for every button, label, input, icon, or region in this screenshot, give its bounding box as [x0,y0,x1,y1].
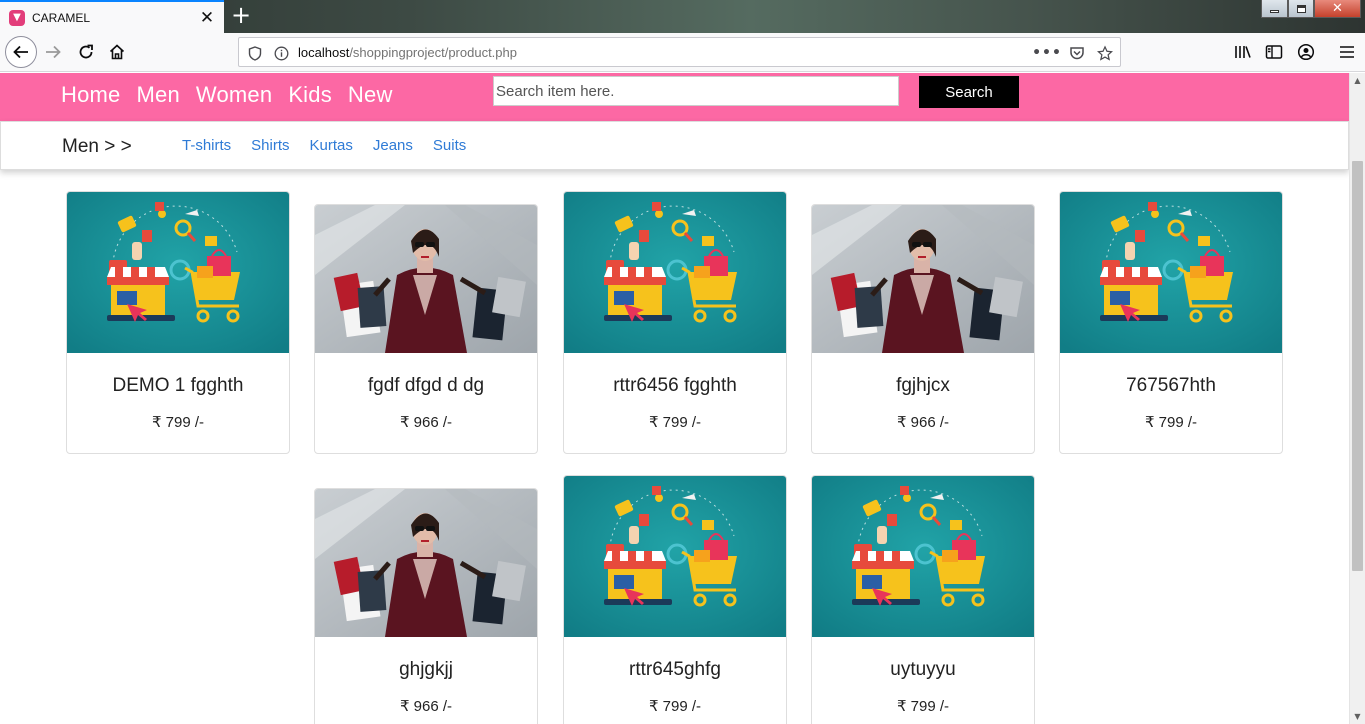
subcategory-shirts[interactable]: Shirts [251,137,289,154]
close-window-button[interactable]: ✕ [1314,0,1361,18]
category-breadcrumb: Men > > [62,136,132,157]
product-price: ₹ 966 /- [896,414,950,431]
main-nav: Home Men Women Kids New [61,82,393,108]
reload-button[interactable] [71,37,101,67]
info-icon[interactable] [273,45,289,61]
hamburger-menu-icon [1340,46,1354,58]
url-path: /shoppingproject/product.php [349,45,517,60]
shield-icon[interactable] [247,45,263,61]
product-card[interactable]: fgdf dfgd d dg ₹ 966 /- [314,204,538,454]
browser-tab[interactable]: ▼ CARAMEL ✕ [0,0,224,33]
product-price: ₹ 966 /- [399,698,453,715]
home-button[interactable] [102,37,132,67]
subcategory-jeans[interactable]: Jeans [373,137,413,154]
product-name[interactable]: ghjgkjj [315,659,537,681]
bookmark-star-icon[interactable] [1097,44,1113,61]
product-name[interactable]: rttr645ghfg [564,659,786,681]
shopping-illustration-image[interactable] [812,476,1034,637]
scrollbar-thumb[interactable] [1352,161,1363,571]
account-icon [1297,43,1315,61]
page-scrollbar[interactable]: ▲ ▼ [1349,73,1365,724]
product-card[interactable]: rttr6456 fgghth ₹ 799 /- [563,191,787,454]
shopping-illustration-image[interactable] [564,192,786,353]
nav-kids[interactable]: Kids [288,82,332,108]
home-icon [109,44,125,60]
shopping-illustration-image[interactable] [564,476,786,637]
shopping-woman-photo[interactable] [315,205,537,353]
product-name[interactable]: 767567hth [1060,375,1282,397]
product-card[interactable]: 767567hth ₹ 799 /- [1059,191,1283,454]
search-button[interactable]: Search [919,76,1019,108]
close-tab-icon[interactable]: ✕ [196,7,218,29]
subcategory-links: T-shirts Shirts Kurtas Jeans Suits [182,137,466,154]
forward-arrow-icon [46,45,61,59]
product-price: ₹ 799 /- [1144,414,1198,431]
web-page: Home Men Women Kids New Search Men > > T… [0,73,1349,724]
library-button[interactable] [1228,37,1258,67]
address-bar[interactable]: localhost/shoppingproject/product.php ••… [238,37,1121,67]
reload-icon [79,44,93,59]
product-name[interactable]: fgdf dfgd d dg [315,375,537,397]
pocket-icon[interactable] [1069,45,1085,61]
sidebar-icon [1265,45,1283,59]
url-host: localhost [298,45,350,60]
product-price: ₹ 799 /- [896,698,950,715]
caramel-favicon-icon: ▼ [9,9,25,26]
scroll-up-arrow-icon[interactable]: ▲ [1353,76,1362,85]
product-price: ₹ 966 /- [399,414,453,431]
search-input[interactable] [493,76,899,106]
shopping-woman-photo[interactable] [812,205,1034,353]
scroll-down-arrow-icon[interactable]: ▼ [1353,712,1362,721]
subcategory-suits[interactable]: Suits [433,137,466,154]
product-price: ₹ 799 /- [648,698,702,715]
account-button[interactable] [1291,37,1321,67]
product-name[interactable]: uytuyyu [812,659,1034,681]
category-subnav: Men > > T-shirts Shirts Kurtas Jeans Sui… [0,121,1349,170]
menu-button[interactable] [1332,37,1362,67]
shopping-woman-photo[interactable] [315,489,537,637]
subcategory-kurtas[interactable]: Kurtas [310,137,353,154]
back-arrow-icon [13,45,28,59]
nav-women[interactable]: Women [196,82,272,108]
minimize-window-button[interactable] [1261,0,1288,18]
url-text: localhost/shoppingproject/product.php [298,45,517,60]
browser-toolbar: localhost/shoppingproject/product.php ••… [0,33,1365,72]
tab-title: CARAMEL [32,10,91,25]
sidebar-button[interactable] [1259,37,1289,67]
product-name[interactable]: fgjhjcx [812,375,1034,397]
forward-button[interactable] [38,37,68,67]
product-price: ₹ 799 /- [151,414,205,431]
product-card[interactable]: fgjhjcx ₹ 966 /- [811,204,1035,454]
product-name[interactable]: DEMO 1 fgghth [67,375,289,397]
subcategory-tshirts[interactable]: T-shirts [182,137,231,154]
library-icon [1235,46,1251,58]
back-button[interactable] [5,36,37,68]
nav-new[interactable]: New [348,82,393,108]
page-actions-icon[interactable]: ••• [1032,45,1061,61]
product-card[interactable]: DEMO 1 fgghth ₹ 799 /- [66,191,290,454]
product-price: ₹ 799 /- [648,414,702,431]
top-navigation-bar: Home Men Women Kids New Search [0,73,1349,121]
shopping-illustration-image[interactable] [1060,192,1282,353]
tab-bar: ▼ CARAMEL ✕ + ✕ [0,0,1365,33]
product-name[interactable]: rttr6456 fgghth [564,375,786,397]
nav-home[interactable]: Home [61,82,121,108]
nav-men[interactable]: Men [137,82,180,108]
product-card[interactable]: rttr645ghfg ₹ 799 /- [563,475,787,724]
new-tab-icon[interactable]: + [229,3,253,29]
maximize-window-button[interactable] [1288,0,1314,18]
shopping-illustration-image[interactable] [67,192,289,353]
product-card[interactable]: ghjgkjj ₹ 966 /- [314,488,538,724]
product-card[interactable]: uytuyyu ₹ 799 /- [811,475,1035,724]
